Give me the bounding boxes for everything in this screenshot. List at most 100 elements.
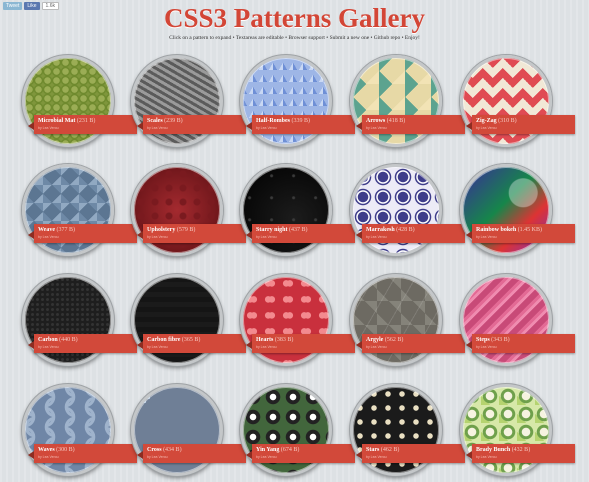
pattern-tile[interactable]: Carbon (440 B) by Lea Verou	[22, 274, 137, 366]
pattern-size: (579 B)	[176, 227, 196, 233]
pattern-size: (231 B)	[76, 118, 96, 124]
pattern-title: Cross	[147, 447, 162, 453]
pattern-label[interactable]: Arrows (418 B) by Lea Verou	[356, 115, 465, 134]
pattern-size: (437 B)	[289, 227, 308, 233]
pattern-tile[interactable]: Half-Rombes (339 B) by Lea Verou	[240, 55, 355, 147]
page-title: CSS3 Patterns Gallery	[164, 3, 425, 33]
pattern-name: Starry night (437 B)	[256, 226, 308, 234]
pattern-tile[interactable]: Microbial Mat (231 B) by Lea Verou	[22, 55, 137, 147]
pattern-tile[interactable]: Zig-Zag (310 B) by Lea Verou	[460, 55, 575, 147]
pattern-size: (562 B)	[384, 337, 404, 343]
pattern-name: Microbial Mat (231 B)	[38, 117, 95, 125]
pattern-tile[interactable]: Waves (300 B) by Lea Verou	[22, 384, 137, 476]
pattern-tile[interactable]: Arrows (418 B) by Lea Verou	[350, 55, 465, 147]
pattern-label[interactable]: Zig-Zag (310 B) by Lea Verou	[466, 115, 575, 134]
pattern-label[interactable]: Upholstery (579 B) by Lea Verou	[137, 224, 246, 243]
pattern-name: Arrows (418 B)	[366, 117, 405, 125]
pattern-title: Arrows	[366, 118, 386, 124]
pattern-label[interactable]: Brady Bunch (432 B) by Lea Verou	[466, 444, 575, 463]
pattern-title: Yin Yang	[256, 447, 280, 453]
pattern-title: Starry night	[256, 227, 288, 233]
pattern-name: Half-Rombes (339 B)	[256, 117, 310, 125]
pattern-tile[interactable]: Yin Yang (674 B) by Lea Verou	[240, 384, 355, 476]
pattern-name: Upholstery (579 B)	[147, 226, 195, 234]
pattern-name: Stars (462 B)	[366, 446, 399, 454]
pattern-tile[interactable]: Cross (434 B) by Lea Verou	[131, 384, 246, 476]
pattern-size: (674 B)	[280, 447, 300, 453]
pattern-title: Waves	[38, 447, 55, 453]
pattern-size: (440 B)	[59, 337, 78, 343]
pattern-author: by Lea Verou	[256, 455, 277, 459]
pattern-title: Steps	[476, 337, 490, 343]
pattern-label[interactable]: Waves (300 B) by Lea Verou	[28, 444, 137, 463]
pattern-name: Steps (343 B)	[476, 336, 510, 344]
pattern-title: Zig-Zag	[476, 118, 497, 124]
pattern-tile[interactable]: Rainbow bokeh (1.45 KB) by Lea Verou	[460, 164, 575, 256]
page-subtitle: Click on a pattern to expand • Textareas…	[169, 35, 420, 41]
pattern-tile[interactable]: Argyle (562 B) by Lea Verou	[350, 274, 465, 366]
pattern-label[interactable]: Yin Yang (674 B) by Lea Verou	[246, 444, 355, 463]
pattern-size: (462 B)	[380, 447, 400, 453]
pattern-size: (432 B)	[511, 447, 531, 453]
pattern-title: Carbon	[38, 337, 58, 343]
pattern-title: Upholstery	[147, 227, 176, 233]
pattern-tile[interactable]: Brady Bunch (432 B) by Lea Verou	[460, 384, 575, 476]
pattern-author: by Lea Verou	[256, 345, 277, 349]
pattern-name: Zig-Zag (310 B)	[476, 117, 517, 125]
pattern-label[interactable]: Weave (377 B) by Lea Verou	[28, 224, 137, 243]
pattern-author: by Lea Verou	[38, 126, 59, 130]
pattern-label[interactable]: Cross (434 B) by Lea Verou	[137, 444, 246, 463]
pattern-label[interactable]: Microbial Mat (231 B) by Lea Verou	[28, 115, 137, 134]
pattern-name: Cross (434 B)	[147, 446, 182, 454]
pattern-label[interactable]: Carbon fibre (365 B) by Lea Verou	[137, 334, 246, 353]
pattern-author: by Lea Verou	[256, 235, 277, 239]
pattern-label[interactable]: Argyle (562 B) by Lea Verou	[356, 334, 465, 353]
pattern-name: Scales (239 B)	[147, 117, 183, 125]
pattern-title: Stars	[366, 447, 380, 453]
pattern-label[interactable]: Stars (462 B) by Lea Verou	[356, 444, 465, 463]
pattern-title: Brady Bunch	[476, 447, 511, 453]
pattern-author: by Lea Verou	[366, 235, 387, 239]
pattern-tile[interactable]: Hearts (383 B) by Lea Verou	[240, 274, 355, 366]
pattern-tile[interactable]: Scales (239 B) by Lea Verou	[131, 55, 246, 147]
pattern-author: by Lea Verou	[366, 345, 387, 349]
pattern-author: by Lea Verou	[147, 455, 168, 459]
pattern-label[interactable]: Starry night (437 B) by Lea Verou	[246, 224, 355, 243]
pattern-author: by Lea Verou	[38, 345, 59, 349]
pattern-label[interactable]: Carbon (440 B) by Lea Verou	[28, 334, 137, 353]
pattern-title: Scales	[147, 118, 163, 124]
pattern-title: Argyle	[366, 337, 384, 343]
pattern-author: by Lea Verou	[147, 126, 168, 130]
pattern-size: (418 B)	[386, 118, 406, 124]
pattern-tile[interactable]: Carbon fibre (365 B) by Lea Verou	[131, 274, 246, 366]
pattern-tile[interactable]: Upholstery (579 B) by Lea Verou	[131, 164, 246, 256]
pattern-name: Rainbow bokeh (1.45 KB)	[476, 226, 542, 234]
pattern-name: Waves (300 B)	[38, 446, 75, 454]
pattern-label[interactable]: Scales (239 B) by Lea Verou	[137, 115, 246, 134]
pattern-label[interactable]: Steps (343 B) by Lea Verou	[466, 334, 575, 353]
pattern-size: (1.45 KB)	[517, 227, 543, 233]
pattern-name: Carbon fibre (365 B)	[147, 336, 200, 344]
pattern-tile[interactable]: Stars (462 B) by Lea Verou	[350, 384, 465, 476]
pattern-label[interactable]: Half-Rombes (339 B) by Lea Verou	[246, 115, 355, 134]
pattern-title: Marrakesh	[366, 227, 395, 233]
pattern-name: Marrakesh (428 B)	[366, 226, 415, 234]
pattern-author: by Lea Verou	[366, 455, 387, 459]
pattern-tile[interactable]: Marrakesh (428 B) by Lea Verou	[350, 164, 465, 256]
pattern-label[interactable]: Rainbow bokeh (1.45 KB) by Lea Verou	[466, 224, 575, 243]
pattern-author: by Lea Verou	[476, 455, 497, 459]
pattern-tile[interactable]: Starry night (437 B) by Lea Verou	[240, 164, 355, 256]
pattern-author: by Lea Verou	[476, 345, 497, 349]
pattern-tile[interactable]: Weave (377 B) by Lea Verou	[22, 164, 137, 256]
pattern-author: by Lea Verou	[476, 126, 497, 130]
pattern-label[interactable]: Marrakesh (428 B) by Lea Verou	[356, 224, 465, 243]
pattern-label[interactable]: Hearts (383 B) by Lea Verou	[246, 334, 355, 353]
pattern-tile[interactable]: Steps (343 B) by Lea Verou	[460, 274, 575, 366]
pattern-size: (239 B)	[164, 118, 183, 124]
pattern-author: by Lea Verou	[476, 235, 497, 239]
pattern-size: (310 B)	[498, 118, 517, 124]
pattern-name: Weave (377 B)	[38, 226, 75, 234]
pattern-size: (434 B)	[163, 447, 182, 453]
pattern-title: Rainbow bokeh	[476, 227, 517, 233]
pattern-size: (300 B)	[56, 447, 75, 453]
